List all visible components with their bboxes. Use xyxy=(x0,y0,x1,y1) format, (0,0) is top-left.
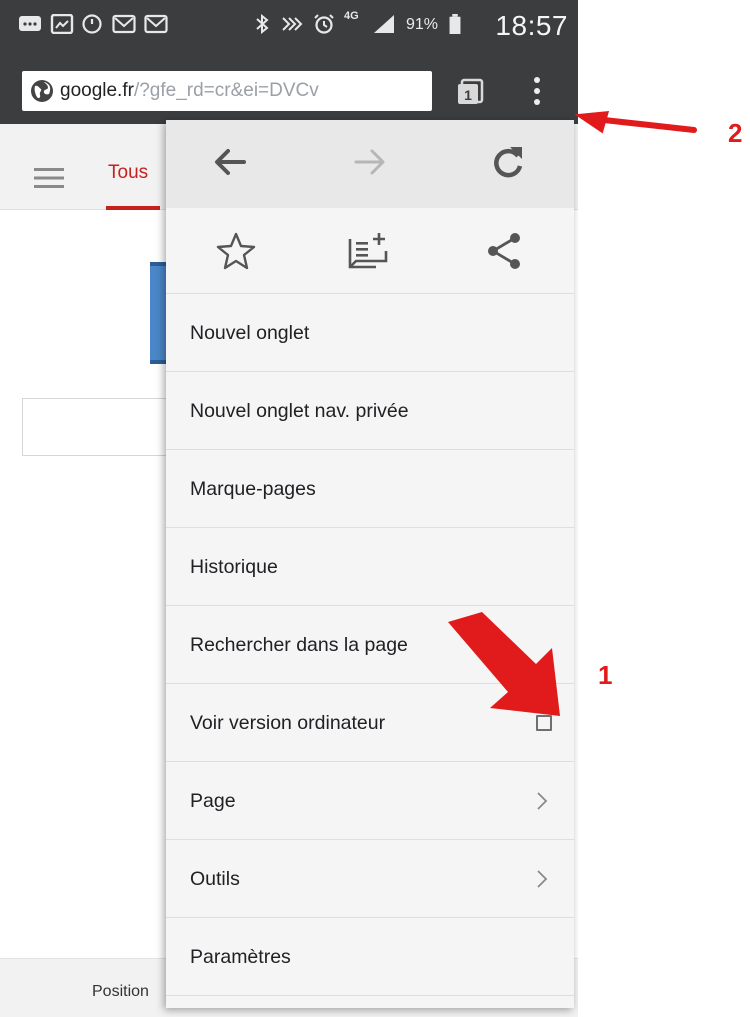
battery-icon xyxy=(449,14,461,34)
menu-item-bookmarks[interactable]: Marque-pages xyxy=(166,450,574,528)
chrome-overflow-menu: Nouvel onglet Nouvel onglet nav. privée … xyxy=(166,120,574,1008)
menu-item-new-incognito-tab[interactable]: Nouvel onglet nav. privée xyxy=(166,372,574,450)
menu-item-page[interactable]: Page xyxy=(166,762,574,840)
globe-icon xyxy=(31,80,53,102)
share-icon[interactable] xyxy=(482,229,526,273)
menu-item-label: Historique xyxy=(190,556,278,578)
message-notification-icon xyxy=(19,16,41,31)
hamburger-menu-icon[interactable] xyxy=(34,166,64,190)
forward-arrow-icon[interactable] xyxy=(350,142,390,182)
nfc-icon xyxy=(282,17,303,31)
url-path: /?gfe_rd=cr&ei=DVCv xyxy=(133,80,319,101)
footer-position-text: Position xyxy=(92,983,149,1000)
gallery-notification-icon xyxy=(50,14,74,34)
url-bar[interactable]: google.fr/?gfe_rd=cr&ei=DVCv xyxy=(22,71,432,111)
active-tab-indicator xyxy=(106,206,160,210)
annotation-label-2: 2 xyxy=(728,118,743,148)
menu-navigation-row xyxy=(166,120,574,208)
menu-item-label: Nouvel onglet nav. privée xyxy=(190,400,409,422)
menu-actions-row xyxy=(166,208,574,294)
menu-item-label: Nouvel onglet xyxy=(190,322,310,344)
power-notification-icon xyxy=(82,14,102,34)
chevron-right-icon xyxy=(537,792,548,810)
menu-item-label: Voir version ordinateur xyxy=(190,712,386,734)
network-type-label: 4G xyxy=(344,10,359,22)
mail-notification-icon xyxy=(112,14,136,34)
menu-item-label: Paramètres xyxy=(190,946,291,968)
back-arrow-icon[interactable] xyxy=(210,142,250,182)
menu-item-settings[interactable]: Paramètres xyxy=(166,918,574,996)
bookmark-star-icon[interactable] xyxy=(214,229,258,273)
alarm-icon xyxy=(314,14,334,34)
annotation-arrow-2 xyxy=(574,110,697,134)
overflow-menu-icon[interactable] xyxy=(526,74,548,108)
status-clock: 18:57 xyxy=(495,10,568,41)
menu-item-label: Marque-pages xyxy=(190,478,316,500)
mail-notification-icon-2 xyxy=(144,14,168,34)
annotation-label-1: 1 xyxy=(598,660,613,690)
annotation-arrow-1 xyxy=(448,612,560,716)
menu-item-tools[interactable]: Outils xyxy=(166,840,574,918)
tab-count: 1 xyxy=(464,87,472,103)
bluetooth-icon xyxy=(256,14,269,34)
menu-item-new-tab[interactable]: Nouvel onglet xyxy=(166,294,574,372)
signal-icon xyxy=(374,15,394,33)
menu-item-history[interactable]: Historique xyxy=(166,528,574,606)
reload-icon[interactable] xyxy=(488,142,528,182)
menu-item-label: Outils xyxy=(190,868,240,890)
phone-screen: 4G 91% 18:57 google.fr/?gfe_rd=cr&ei=DVC… xyxy=(0,0,578,1017)
menu-item-label: Rechercher dans la page xyxy=(190,634,408,656)
url-text: google.fr/?gfe_rd=cr&ei=DVCv xyxy=(60,80,319,102)
tab-tous[interactable]: Tous xyxy=(108,162,148,184)
menu-item-label: Page xyxy=(190,790,236,812)
battery-percent: 91% xyxy=(406,16,439,33)
url-host: google.fr xyxy=(60,80,134,101)
tab-switcher-icon[interactable]: 1 xyxy=(456,78,484,106)
status-bar: 4G 91% 18:57 xyxy=(0,0,578,52)
chevron-right-icon xyxy=(537,870,548,888)
add-to-reading-list-icon[interactable] xyxy=(346,229,390,273)
browser-toolbar: google.fr/?gfe_rd=cr&ei=DVCv 1 xyxy=(0,52,578,124)
